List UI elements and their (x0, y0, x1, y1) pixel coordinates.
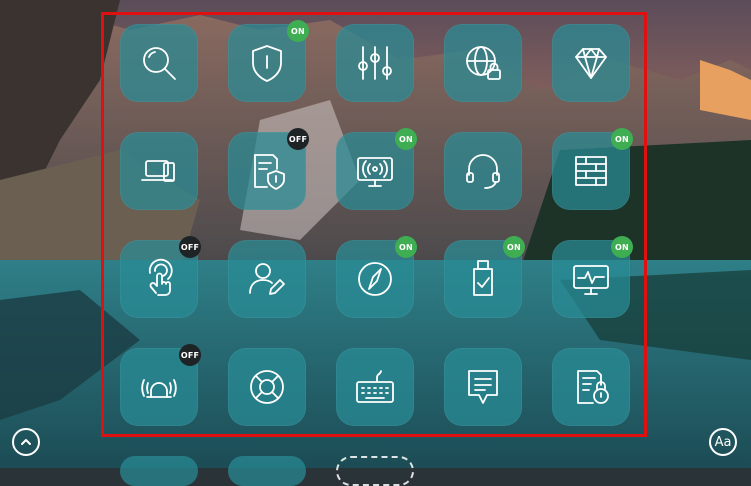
tile-devices[interactable] (120, 132, 198, 210)
user-edit-icon (249, 263, 285, 295)
status-badge-off: OFF (179, 236, 201, 258)
tile-keyboard[interactable] (336, 348, 414, 426)
tile-support[interactable] (444, 132, 522, 210)
monitor-pulse-icon (573, 265, 609, 295)
status-badge-off: OFF (179, 344, 201, 366)
tile-messages[interactable] (444, 348, 522, 426)
globe-lock-icon (466, 46, 501, 80)
firewall-icon (575, 156, 607, 186)
tile-partial[interactable] (228, 456, 306, 486)
tile-premium[interactable] (552, 24, 630, 102)
status-badge-on: ON (287, 20, 309, 42)
tile-web-security[interactable] (444, 24, 522, 102)
message-icon (468, 370, 498, 404)
status-badge-on: ON (503, 236, 525, 258)
devices-icon (141, 160, 175, 182)
keyboard-icon (356, 370, 394, 403)
status-badge-on: ON (611, 236, 633, 258)
scroll-up-button[interactable] (12, 428, 40, 456)
add-tile-placeholder[interactable] (336, 456, 414, 486)
shield-icon (252, 45, 282, 82)
document-shield-icon (254, 154, 285, 190)
tile-help[interactable] (228, 348, 306, 426)
sliders-icon (358, 46, 392, 80)
document-lock-icon (577, 370, 609, 404)
font-settings-button[interactable]: Aa (709, 428, 737, 456)
touch-icon (148, 258, 173, 296)
tile-search[interactable] (120, 24, 198, 102)
alarm-icon (141, 379, 177, 398)
diamond-icon (575, 48, 607, 79)
tile-user-edit[interactable] (228, 240, 306, 318)
tile-partial[interactable] (120, 456, 198, 486)
compass-icon (358, 262, 392, 296)
headset-icon (466, 154, 500, 189)
search-icon (143, 47, 176, 80)
usb-check-icon (473, 260, 493, 296)
lifebuoy-icon (250, 370, 284, 404)
tile-settings-sliders[interactable] (336, 24, 414, 102)
status-badge-on: ON (611, 128, 633, 150)
status-badge-on: ON (395, 128, 417, 150)
tile-document-lock[interactable] (552, 348, 630, 426)
status-badge-off: OFF (287, 128, 309, 150)
chevron-up-icon (21, 439, 31, 445)
monitor-broadcast-icon (357, 157, 393, 187)
status-badge-on: ON (395, 236, 417, 258)
